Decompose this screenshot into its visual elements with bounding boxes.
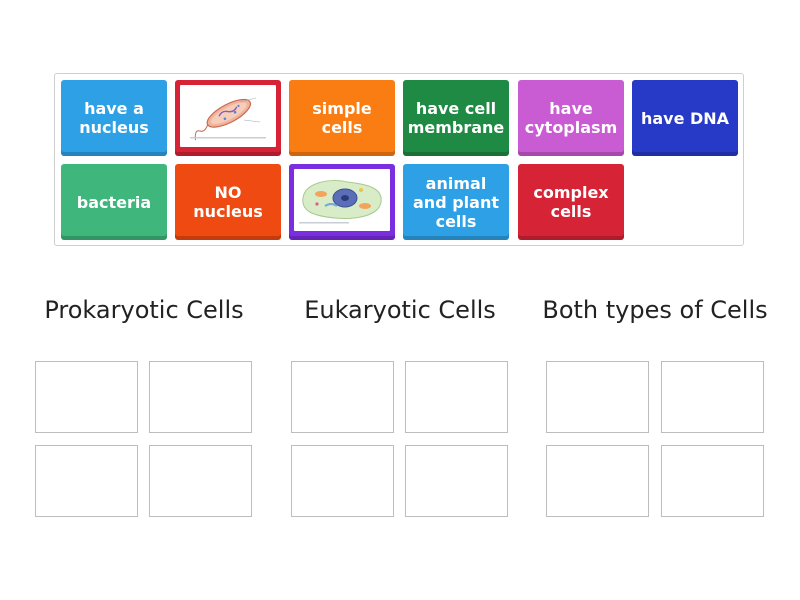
tile-complex-cells[interactable]: complex cells: [518, 164, 624, 240]
drop-slot-prokaryotic[interactable]: [35, 445, 138, 517]
drop-slot-prokaryotic[interactable]: [149, 445, 252, 517]
animal-cell-diagram-image: [294, 169, 390, 231]
tile-have-a-nucleus[interactable]: have a nucleus: [61, 80, 167, 156]
tile-no-nucleus[interactable]: NO nucleus: [175, 164, 281, 240]
tile-label: have cell membrane: [407, 99, 505, 137]
tile-label: bacteria: [76, 192, 152, 212]
drop-slot-both[interactable]: [546, 445, 649, 517]
tile-simple-cells[interactable]: simple cells: [289, 80, 395, 156]
tile-label: NO nucleus: [193, 183, 263, 221]
drop-slot-eukaryotic[interactable]: [291, 361, 394, 433]
tile-label: animal and plant cells: [413, 173, 499, 231]
group-title-prokaryotic: Prokaryotic Cells: [44, 296, 244, 324]
tile-label: have a nucleus: [79, 99, 149, 137]
tile-have-cell-membrane[interactable]: have cell membrane: [403, 80, 509, 156]
tile-bacterium-image[interactable]: [175, 80, 281, 156]
tile-have-cytoplasm[interactable]: have cytoplasm: [518, 80, 624, 156]
drop-slot-prokaryotic[interactable]: [35, 361, 138, 433]
tile-label: complex cells: [533, 183, 609, 221]
drop-slot-prokaryotic[interactable]: [149, 361, 252, 433]
drop-slot-eukaryotic[interactable]: [405, 361, 508, 433]
drop-slot-both[interactable]: [546, 361, 649, 433]
tile-bacteria[interactable]: bacteria: [61, 164, 167, 240]
group-title-both: Both types of Cells: [542, 296, 768, 324]
tile-label: simple cells: [312, 99, 372, 137]
drop-slot-both[interactable]: [661, 445, 764, 517]
tile-label: have DNA: [640, 108, 730, 128]
bacterium-diagram-image: [180, 85, 276, 147]
drop-slot-eukaryotic[interactable]: [291, 445, 394, 517]
group-title-eukaryotic: Eukaryotic Cells: [304, 296, 496, 324]
tile-have-dna[interactable]: have DNA: [632, 80, 738, 156]
tile-animal-cell-image[interactable]: [289, 164, 395, 240]
tile-label: have cytoplasm: [524, 99, 618, 137]
drop-slot-both[interactable]: [661, 361, 764, 433]
tile-animal-and-plant-cells[interactable]: animal and plant cells: [403, 164, 509, 240]
tile-bank: have a nucleus simple cells have cell me…: [54, 73, 744, 246]
drop-slot-eukaryotic[interactable]: [405, 445, 508, 517]
